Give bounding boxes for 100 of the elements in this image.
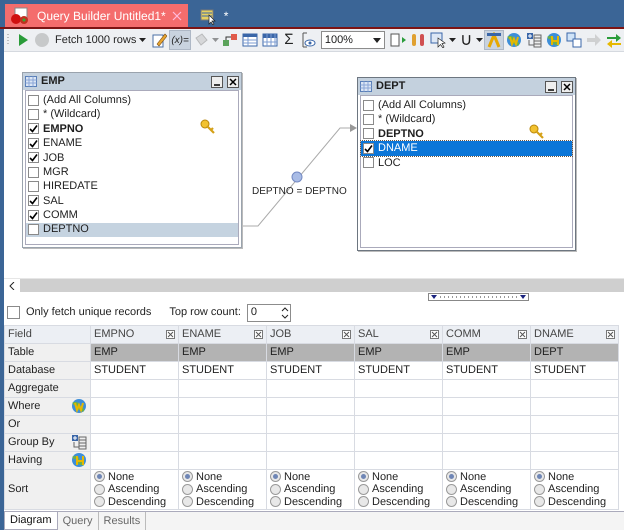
view-tab[interactable]: Diagram: [4, 512, 58, 530]
column-header: SAL: [358, 327, 379, 342]
checkbox[interactable]: [28, 123, 39, 134]
column-name: ENAME: [43, 136, 82, 152]
scrollbar[interactable]: [4, 278, 624, 292]
list-row[interactable]: DEPTNO: [26, 222, 238, 237]
checkbox[interactable]: [7, 306, 20, 319]
splitter-handle[interactable]: [428, 293, 529, 301]
globe-icon[interactable]: [71, 452, 87, 468]
checkbox[interactable]: [28, 138, 39, 149]
list-row[interactable]: JOB: [26, 150, 238, 165]
list-row[interactable]: SAL: [26, 194, 238, 208]
radio-label: None: [108, 470, 134, 484]
close-icon[interactable]: [561, 80, 573, 92]
cube-icon[interactable]: [564, 30, 584, 50]
radio-button[interactable]: [534, 484, 545, 495]
table-cell[interactable]: EMP: [354, 343, 442, 361]
expression-button[interactable]: (x)=: [169, 30, 191, 50]
minimize-icon[interactable]: [545, 80, 557, 92]
spin-field[interactable]: 0: [246, 304, 291, 322]
join-handle[interactable]: [292, 172, 302, 182]
row-label: Group By: [8, 434, 54, 450]
checkbox[interactable]: [363, 114, 374, 126]
zoom-select[interactable]: 100%: [320, 31, 385, 49]
checkbox[interactable]: [363, 128, 374, 140]
globe-icon[interactable]: [71, 398, 87, 414]
view-tab[interactable]: Results: [98, 512, 146, 530]
list-row[interactable]: DEPTNO: [361, 126, 572, 142]
table-cell[interactable]: EMP: [266, 343, 354, 361]
radio-label: Descending: [460, 494, 518, 508]
list-row[interactable]: * (Wildcard): [361, 112, 572, 127]
checkbox[interactable]: [28, 181, 39, 192]
table-cell[interactable]: DEPT: [530, 343, 618, 361]
list-row[interactable]: COMM: [26, 208, 238, 223]
fetch-button[interactable]: Fetch 1000 rows: [52, 30, 150, 50]
table-cell[interactable]: STUDENT: [266, 361, 354, 379]
table-cell[interactable]: STUDENT: [90, 361, 178, 379]
radio-button[interactable]: [534, 471, 545, 482]
table-cell[interactable]: STUDENT: [530, 361, 618, 379]
caret-icon[interactable]: [139, 38, 146, 42]
radio-button[interactable]: [94, 496, 105, 508]
radio-button[interactable]: [94, 484, 105, 495]
radio-button[interactable]: [358, 496, 369, 508]
radio-button[interactable]: [270, 496, 281, 508]
table-cell[interactable]: STUDENT: [442, 361, 530, 379]
list-row[interactable]: * (Wildcard): [26, 107, 238, 122]
table-cell[interactable]: STUDENT: [354, 361, 442, 379]
checkbox[interactable]: [363, 157, 374, 168]
radio-button[interactable]: [446, 484, 457, 495]
caret-icon[interactable]: [372, 38, 381, 42]
radio-button[interactable]: [534, 496, 545, 508]
radio-button[interactable]: [182, 484, 193, 495]
radio-button[interactable]: [182, 471, 193, 482]
column-name: LOC: [378, 156, 401, 171]
radio-button[interactable]: [94, 471, 105, 482]
radio-button[interactable]: [446, 496, 457, 508]
spinner-icon[interactable]: [280, 306, 290, 320]
union-button[interactable]: ∪: [456, 30, 475, 50]
table-cell[interactable]: EMP: [442, 343, 530, 361]
checkbox-label: Only fetch unique records: [26, 305, 152, 320]
column-name: DEPTNO: [43, 222, 89, 238]
close-icon[interactable]: [227, 76, 239, 88]
list-icon[interactable]: [71, 434, 87, 450]
list-row[interactable]: HIREDATE: [26, 179, 238, 194]
list-row[interactable]: (Add All Columns): [361, 98, 572, 112]
row-label: Aggregate: [4, 379, 90, 397]
list-row[interactable]: LOC: [361, 156, 572, 170]
radio-button[interactable]: [270, 471, 281, 482]
list-row[interactable]: ENAME: [26, 136, 238, 151]
radio-button[interactable]: [446, 471, 457, 482]
scroll-left-icon[interactable]: [4, 278, 20, 292]
checkbox[interactable]: [28, 224, 39, 236]
minimize-icon[interactable]: [211, 76, 223, 88]
column-name: EMPNO: [43, 122, 84, 137]
checkbox[interactable]: [28, 195, 39, 206]
table-cell[interactable]: STUDENT: [178, 361, 266, 379]
table-cell[interactable]: EMP: [178, 343, 266, 361]
checkbox[interactable]: [28, 109, 39, 120]
column-name: * (Wildcard): [378, 112, 436, 128]
checkbox[interactable]: [28, 94, 39, 106]
list-row[interactable]: DNAME: [361, 141, 572, 156]
view-tab[interactable]: Query: [58, 512, 99, 530]
radio-button[interactable]: [182, 496, 193, 508]
cursor-icon[interactable]: [428, 30, 448, 50]
checkbox[interactable]: [28, 152, 39, 164]
column-header: DNAME: [534, 327, 574, 342]
radio-label: None: [548, 470, 574, 484]
list-row[interactable]: EMPNO: [26, 122, 238, 136]
checkbox[interactable]: [363, 142, 374, 154]
radio-button[interactable]: [358, 484, 369, 495]
document-tab[interactable]: *: [196, 4, 234, 27]
list-row[interactable]: MGR: [26, 164, 238, 180]
sum-button[interactable]: Σ: [280, 30, 298, 50]
list-row[interactable]: (Add All Columns): [26, 93, 238, 108]
table-cell[interactable]: EMP: [90, 343, 178, 361]
checkbox[interactable]: [28, 210, 39, 221]
radio-button[interactable]: [270, 484, 281, 495]
radio-button[interactable]: [358, 471, 369, 482]
checkbox[interactable]: [363, 100, 374, 111]
checkbox[interactable]: [28, 166, 39, 178]
